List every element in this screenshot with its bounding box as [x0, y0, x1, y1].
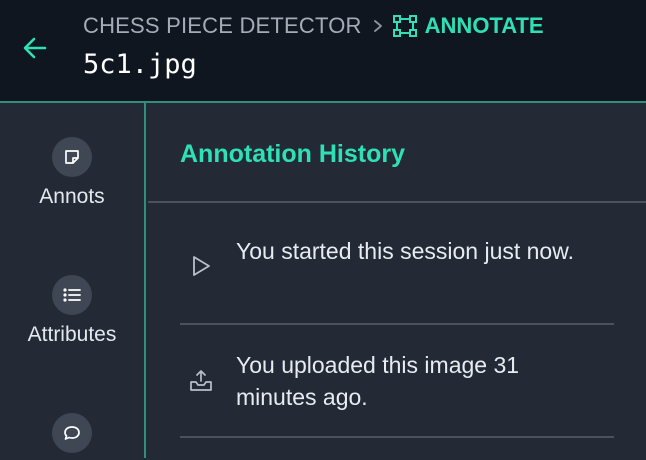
history-item-text: You uploaded this image 31 minutes ago.	[236, 352, 520, 410]
sidebar-item-label: Attributes	[27, 323, 117, 346]
sidebar-item-comments[interactable]	[0, 413, 144, 460]
history-item-text: You started this session just now.	[236, 238, 574, 264]
comment-icon	[52, 413, 92, 453]
history-divider	[180, 436, 614, 438]
arrow-left-icon	[23, 37, 47, 59]
sidebar-item-attributes[interactable]: Attributes	[0, 275, 144, 348]
panel-title: Annotation History	[180, 140, 405, 168]
breadcrumb: CHESS PIECE DETECTOR ANNOTATE	[83, 12, 544, 40]
breadcrumb-project[interactable]: CHESS PIECE DETECTOR	[83, 12, 362, 40]
upload-icon	[188, 367, 214, 393]
panel-divider	[148, 201, 646, 203]
history-divider	[180, 323, 614, 325]
sidebar-item-label: Annots	[39, 185, 105, 208]
breadcrumb-mode: ANNOTATE	[392, 12, 544, 40]
mode-label: ANNOTATE	[424, 13, 544, 38]
sticky-note-icon	[52, 137, 92, 177]
sidebar-item-annots[interactable]: Annots	[0, 137, 144, 210]
bounding-box-icon	[392, 14, 418, 38]
chevron-right-icon	[372, 18, 384, 34]
list-icon	[52, 275, 92, 315]
back-button[interactable]	[20, 33, 50, 63]
top-header: CHESS PIECE DETECTOR ANNOTATE 5c1.jpg	[0, 0, 646, 103]
play-icon	[188, 253, 214, 279]
sidebar: Annots Attributes	[0, 103, 146, 458]
image-filename: 5c1.jpg	[83, 49, 197, 80]
annotation-history-panel: Annotation History You started this sess…	[148, 103, 646, 458]
